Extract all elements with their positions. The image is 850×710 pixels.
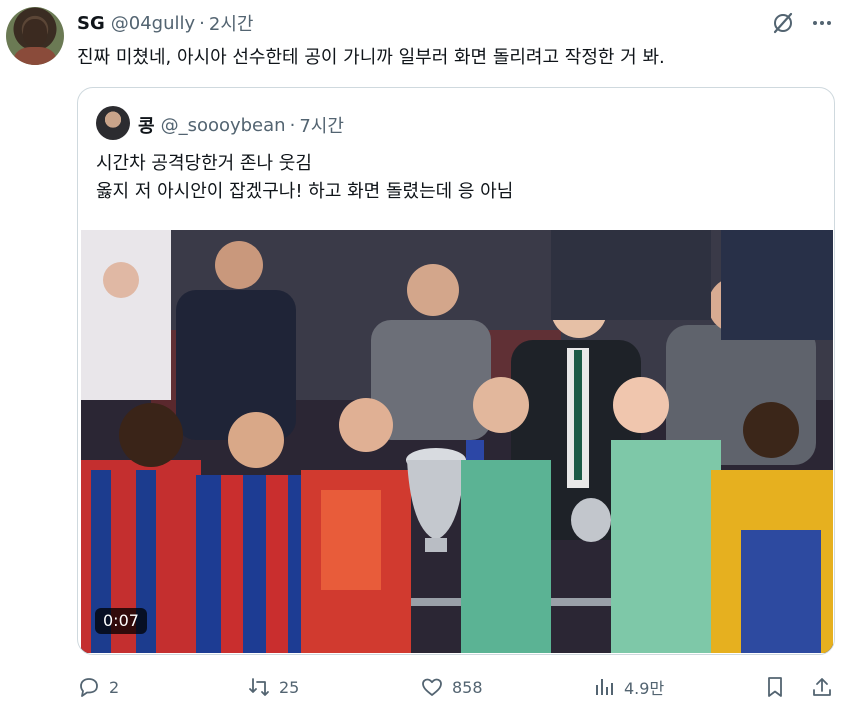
bookmark-icon xyxy=(768,677,782,697)
quoted-tweet[interactable]: 콩 @_soooybean · 7시간 시간차 공격당한거 존나 웃김 옳지 저… xyxy=(77,87,835,655)
video-player[interactable]: 0:07 xyxy=(81,230,833,653)
share-button[interactable] xyxy=(810,672,842,702)
views-icon xyxy=(596,679,613,695)
author-name[interactable]: SG xyxy=(77,13,105,34)
quoted-separator: · xyxy=(289,114,296,136)
like-icon xyxy=(422,678,442,696)
grok-icon xyxy=(773,12,793,34)
views-count: 4.9만 xyxy=(624,679,665,698)
more-button[interactable] xyxy=(808,10,836,36)
grok-button[interactable] xyxy=(770,10,796,36)
repost-button[interactable]: 25 xyxy=(247,672,299,702)
reply-button[interactable]: 2 xyxy=(77,672,119,702)
quoted-header: 콩 @_soooybean · 7시간 xyxy=(138,112,344,138)
reply-icon xyxy=(80,678,98,697)
quoted-line-2: 옳지 저 아시안이 잡겠구나! 하고 화면 돌렸는데 응 아님 xyxy=(96,181,514,202)
share-icon xyxy=(813,678,831,696)
quoted-avatar[interactable] xyxy=(96,106,130,140)
views-button[interactable]: 4.9만 xyxy=(592,672,664,702)
tweet-time[interactable]: 2시간 xyxy=(209,10,254,36)
tweet-text: 진짜 미쳤네, 아시아 선수한테 공이 가니까 일부러 화면 돌리려고 작정한 … xyxy=(77,47,665,68)
quoted-name[interactable]: 콩 xyxy=(138,112,155,138)
repost-icon xyxy=(249,678,269,696)
more-icon xyxy=(813,21,831,25)
avatar-shirt xyxy=(14,47,56,65)
reply-count: 2 xyxy=(109,677,120,697)
quoted-time[interactable]: 7시간 xyxy=(299,112,344,138)
quoted-line-1: 시간차 공격당한거 존나 웃김 xyxy=(96,153,312,174)
quoted-text: 시간차 공격당한거 존나 웃김 옳지 저 아시안이 잡겠구나! 하고 화면 돌렸… xyxy=(96,150,513,206)
action-bar: 2 25 858 4.9만 xyxy=(77,672,843,702)
like-count: 858 xyxy=(452,677,483,697)
quoted-handle[interactable]: @_soooybean xyxy=(161,115,286,136)
avatar-face xyxy=(23,19,47,47)
author-handle[interactable]: @04gully xyxy=(111,13,195,34)
like-button[interactable]: 858 xyxy=(420,672,483,702)
video-frame xyxy=(81,230,833,653)
bookmark-button[interactable] xyxy=(763,672,795,702)
author-avatar[interactable] xyxy=(6,7,64,65)
video-duration: 0:07 xyxy=(95,608,147,634)
tweet-header: SG @04gully · 2시간 xyxy=(77,10,254,36)
separator-dot: · xyxy=(199,12,205,34)
repost-count: 25 xyxy=(279,677,300,697)
